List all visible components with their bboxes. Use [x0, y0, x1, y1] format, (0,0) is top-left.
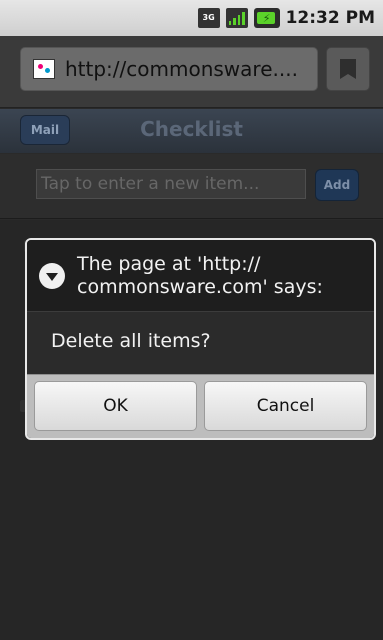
alert-icon [39, 262, 65, 289]
clock: 12:32 PM [285, 8, 375, 28]
battery-charging-icon: ⚡ [253, 8, 280, 28]
url-text: http://commonsware.... [65, 57, 298, 81]
page-title: Checklist [140, 117, 243, 141]
url-bar: http://commonsware.... [0, 36, 383, 108]
app-header: Mail Checklist [0, 109, 383, 153]
favicon-icon [33, 59, 55, 79]
network-3g-icon: 3G [197, 8, 220, 28]
signal-strength-icon [225, 8, 248, 28]
bookmark-icon [340, 59, 356, 79]
dialog-button-bar: OK Cancel [27, 374, 374, 438]
status-bar: 3G ⚡ 12:32 PM [0, 0, 383, 36]
add-button[interactable]: Add [315, 169, 359, 201]
ok-button[interactable]: OK [34, 381, 197, 431]
new-item-input[interactable]: Tap to enter a new item... [36, 169, 306, 199]
dialog-title: The page at 'http:// commonsware.com' sa… [77, 252, 323, 298]
network-label: 3G [202, 13, 215, 22]
dialog-header: The page at 'http:// commonsware.com' sa… [27, 240, 374, 312]
new-item-row: Tap to enter a new item... Add [0, 154, 383, 219]
alert-dialog: The page at 'http:// commonsware.com' sa… [25, 238, 376, 440]
url-field[interactable]: http://commonsware.... [20, 47, 318, 91]
cancel-button[interactable]: Cancel [204, 381, 367, 431]
bookmark-button[interactable] [326, 47, 370, 91]
dialog-message: Delete all items? [51, 330, 211, 352]
